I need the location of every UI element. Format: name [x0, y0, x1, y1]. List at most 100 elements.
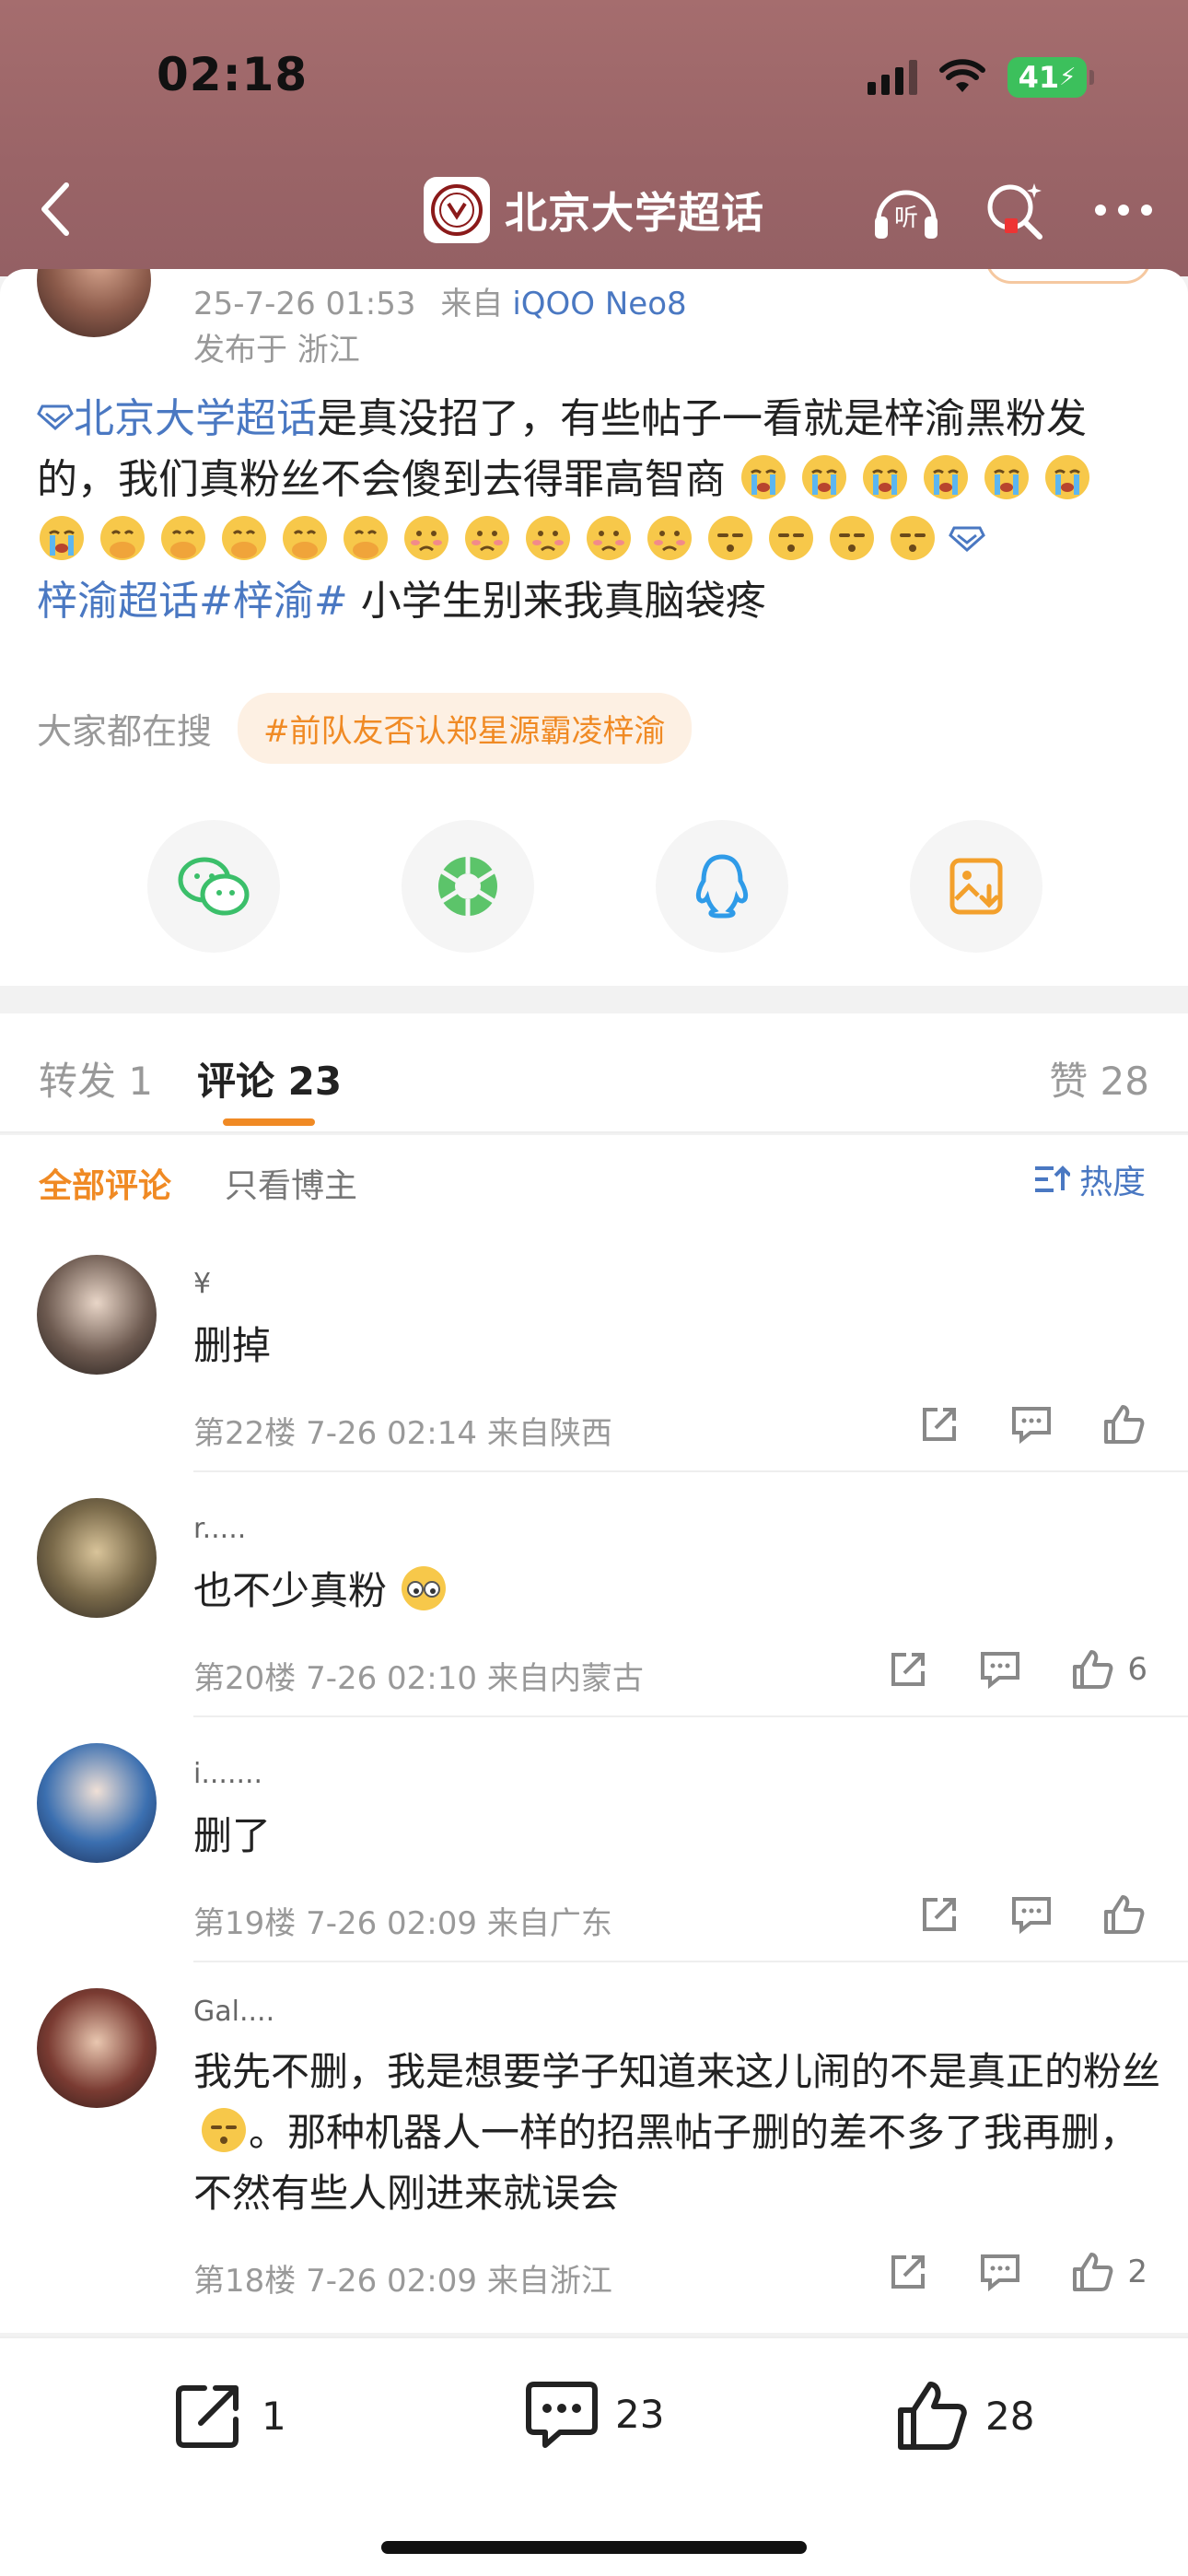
tab-comment[interactable]: 评论 23: [197, 1050, 342, 1107]
share-icon: [923, 1408, 956, 1441]
comment-meta: 第22楼 7-26 02:14 来自陕西: [193, 1415, 612, 1452]
thumbs-up-icon: [1104, 1405, 1145, 1444]
repost-comment-button[interactable]: [884, 1645, 932, 1693]
nav-actions: 听: [869, 173, 1160, 247]
like-count: 2: [1127, 2254, 1147, 2290]
commenter-name[interactable]: ¥: [193, 1268, 211, 1300]
comment-divider: [193, 1715, 1188, 1717]
more-button[interactable]: [1087, 173, 1160, 247]
tab-like[interactable]: 赞 28: [1049, 1050, 1149, 1107]
navigation-bar: 北京大学超话 听: [0, 166, 1188, 249]
share-moments-button[interactable]: [402, 820, 534, 953]
crying-emoji-icon: [924, 455, 968, 499]
filter-all-comments[interactable]: 全部评论: [39, 1159, 171, 1207]
thumbs-up-icon: [898, 2382, 967, 2450]
post-card: 25-7-26 01:53 来自 iQOO Neo8 发布于 浙江 北京大学超话是…: [0, 269, 1188, 986]
post-location: 发布于 浙江: [193, 332, 360, 369]
super-topic-icon: [949, 526, 985, 553]
speechless-emoji-icon: [708, 516, 752, 560]
comment-divider: [193, 1470, 1188, 1472]
crying-emoji-icon: [741, 455, 786, 499]
comment-icon: [1012, 1407, 1051, 1444]
signal-icon: [868, 60, 917, 95]
like-comment-button[interactable]: [1100, 1400, 1147, 1448]
wechat-icon: [178, 857, 250, 916]
bottom-comment-button[interactable]: 23: [525, 2379, 664, 2449]
post-device[interactable]: iQOO Neo8: [512, 286, 686, 322]
reply-comment-button[interactable]: [976, 2248, 1024, 2296]
author-avatar[interactable]: [37, 269, 151, 337]
commenter-avatar[interactable]: [37, 1743, 157, 1863]
comment-meta: 第20楼 7-26 02:10 来自内蒙古: [193, 1660, 644, 1697]
commenter-avatar[interactable]: [37, 1498, 157, 1618]
grimace-emoji-icon: [587, 516, 631, 560]
listen-button[interactable]: 听: [869, 173, 943, 247]
reply-comment-button[interactable]: [1007, 1891, 1055, 1938]
nav-title-group[interactable]: 北京大学超话: [424, 177, 764, 243]
like-comment-button[interactable]: [1068, 2248, 1116, 2296]
like-comment-button[interactable]: [1068, 1645, 1116, 1693]
back-button[interactable]: [28, 177, 83, 241]
bottom-repost-button[interactable]: 1: [171, 2379, 286, 2453]
post-source-prefix: 来自: [440, 286, 504, 322]
topic-link[interactable]: 北京大学超话: [74, 395, 317, 442]
qq-icon: [695, 854, 749, 919]
battery-level: 41: [1018, 60, 1060, 95]
speechless-emoji-icon: [202, 2108, 246, 2152]
hashtag-link[interactable]: #梓渝#: [199, 578, 348, 625]
comment-filter: 全部评论 只看博主 热度: [0, 1135, 1188, 1227]
comment-actions: [915, 1400, 1147, 1448]
comment-meta: 第19楼 7-26 02:09 来自广东: [193, 1905, 612, 1942]
save-image-button[interactable]: [910, 820, 1042, 953]
bottom-like-count: 28: [985, 2393, 1035, 2439]
comment-text: 我先不删，我是想要学子知道来这儿闹的不是真正的粉丝。那种机器人一样的招黑帖子删的…: [193, 2042, 1170, 2224]
ai-search-button[interactable]: [978, 173, 1052, 247]
sort-button[interactable]: 热度: [1033, 1155, 1146, 1203]
commenter-avatar[interactable]: [37, 1988, 157, 2108]
commenter-name[interactable]: ⅰ.......: [193, 1758, 262, 1790]
like-comment-button[interactable]: [1100, 1891, 1147, 1938]
speechless-emoji-icon: [830, 516, 874, 560]
share-wechat-button[interactable]: [147, 820, 280, 953]
status-icons: 41 ⚡: [868, 57, 1094, 98]
commenter-name[interactable]: Gal....: [193, 1996, 274, 2028]
commenter-name[interactable]: r.....: [193, 1513, 246, 1545]
covering-emoji-icon: [283, 516, 327, 560]
covering-emoji-icon: [344, 516, 388, 560]
thumbs-up-icon: [1073, 2253, 1113, 2291]
comment-text: 删了: [193, 1813, 272, 1858]
reply-comment-button[interactable]: [1007, 1400, 1055, 1448]
header-background: 02:18 41 ⚡ 北京大学超话 听: [0, 0, 1188, 276]
topic-link-2[interactable]: 梓渝超话: [37, 578, 199, 625]
filter-owner-only[interactable]: 只看博主: [225, 1159, 357, 1207]
share-qq-button[interactable]: [656, 820, 788, 953]
grimace-emoji-icon: [404, 516, 448, 560]
repost-comment-button[interactable]: [915, 1400, 963, 1448]
crying-emoji-icon: [863, 455, 907, 499]
post-time: 25-7-26 01:53: [193, 286, 416, 322]
comment-actions: 6: [884, 1645, 1147, 1693]
bottom-like-button[interactable]: 28: [895, 2379, 1034, 2453]
status-time: 02:18: [157, 48, 309, 101]
trending-chip[interactable]: #前队友否认郑星源霸凌梓渝: [238, 693, 692, 764]
share-icon: [891, 1653, 926, 1686]
repost-comment-button[interactable]: [915, 1891, 963, 1938]
crying-emoji-icon: [984, 455, 1029, 499]
save-image-icon: [949, 858, 1003, 915]
trending-search: 大家都在搜 #前队友否认郑星源霸凌梓渝: [37, 693, 692, 764]
crying-emoji-icon: [40, 516, 84, 560]
post-text-2: 小学生别来我真脑袋疼: [347, 578, 766, 625]
ai-search-icon: [987, 183, 1042, 240]
bottom-repost-count: 1: [262, 2393, 286, 2439]
commenter-avatar[interactable]: [37, 1255, 157, 1375]
reply-comment-button[interactable]: [976, 1645, 1024, 1693]
trending-label: 大家都在搜: [37, 711, 213, 752]
comment-divider: [193, 1961, 1188, 1962]
tab-repost[interactable]: 转发 1: [39, 1050, 153, 1107]
repost-comment-button[interactable]: [884, 2248, 932, 2296]
page-title: 北京大学超话: [505, 188, 764, 238]
follow-button[interactable]: [985, 269, 1151, 284]
covering-emoji-icon: [222, 516, 266, 560]
speechless-emoji-icon: [891, 516, 935, 560]
super-topic-icon: [37, 404, 74, 431]
